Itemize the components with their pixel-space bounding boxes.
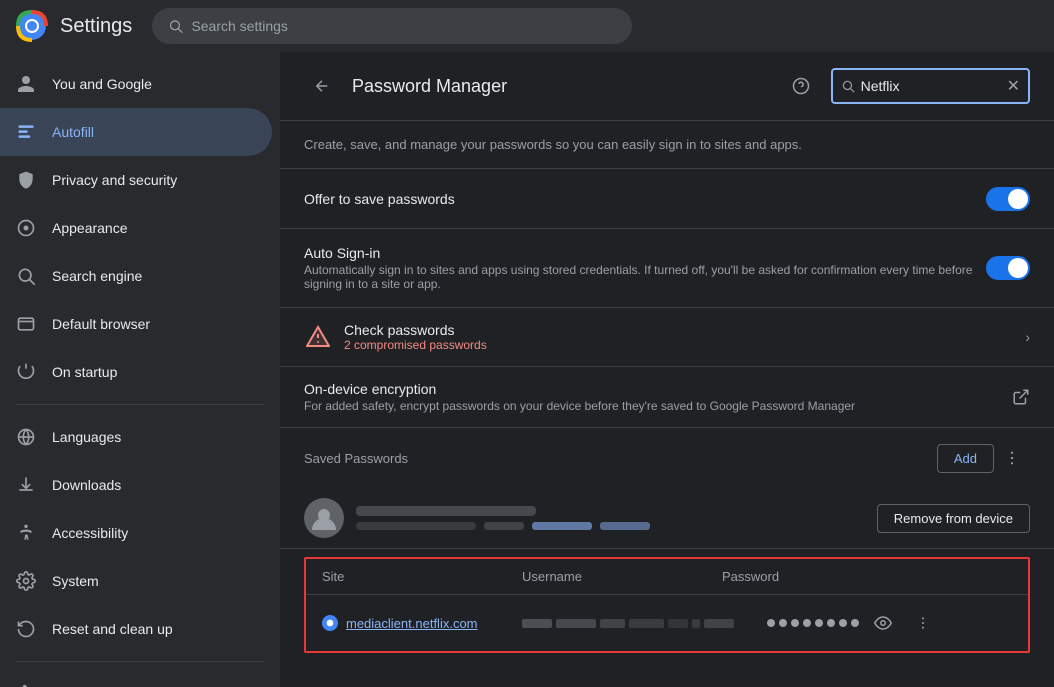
site-cell: mediaclient.netflix.com <box>322 615 522 631</box>
remove-from-device-button[interactable]: Remove from device <box>877 504 1030 533</box>
back-button[interactable] <box>304 68 340 104</box>
search-icon <box>168 18 183 34</box>
site-favicon-icon <box>322 615 338 631</box>
chevron-right-icon: › <box>1025 329 1030 345</box>
offer-save-row: Offer to save passwords <box>280 169 1054 229</box>
add-password-button[interactable]: Add <box>937 444 994 473</box>
saved-passwords-label: Saved Passwords <box>304 451 937 466</box>
settings-search-input[interactable] <box>191 18 616 34</box>
row-more-button[interactable] <box>907 607 939 639</box>
sidebar-item-downloads[interactable]: Downloads <box>0 461 272 509</box>
table-header-row: Site Username Password <box>306 559 1028 595</box>
sidebar-item-you-google[interactable]: You and Google <box>0 60 272 108</box>
page-title: Settings <box>60 15 132 38</box>
autofill-icon <box>16 122 36 142</box>
check-passwords-subtitle: 2 compromised passwords <box>344 338 1025 352</box>
sidebar: You and Google Autofill Privacy and secu… <box>0 52 280 687</box>
download-icon <box>16 475 36 495</box>
content-area: Password Manager ✕ <box>280 52 1054 687</box>
on-device-encryption-row: On-device encryption For added safety, e… <box>280 367 1054 428</box>
table-header-site: Site <box>322 569 522 584</box>
offer-save-label: Offer to save passwords <box>304 191 986 207</box>
sidebar-item-privacy-label: Privacy and security <box>52 172 256 188</box>
saved-passwords-more-button[interactable] <box>994 440 1030 476</box>
sidebar-item-appearance-label: Appearance <box>52 220 256 236</box>
system-icon <box>16 571 36 591</box>
sidebar-item-reset-label: Reset and clean up <box>52 621 256 637</box>
sidebar-item-you-google-label: You and Google <box>52 76 256 92</box>
sidebar-item-reset-clean-up[interactable]: Reset and clean up <box>0 605 272 653</box>
sidebar-item-privacy-security[interactable]: Privacy and security <box>0 156 272 204</box>
table-header-username: Username <box>522 569 722 584</box>
sidebar-item-downloads-label: Downloads <box>52 477 256 493</box>
table-row: mediaclient.netflix.com <box>306 595 1028 651</box>
auto-signin-row: Auto Sign-in Automatically sign in to si… <box>280 229 1054 308</box>
search-engine-icon <box>16 266 36 286</box>
password-search-box[interactable]: ✕ <box>831 68 1030 104</box>
sidebar-item-autofill-label: Autofill <box>52 124 256 140</box>
password-manager-title: Password Manager <box>352 76 771 97</box>
sidebar-item-default-browser[interactable]: Default browser <box>0 300 272 348</box>
sidebar-item-search-engine[interactable]: Search engine <box>0 252 272 300</box>
search-pm-icon <box>841 79 855 93</box>
person-icon <box>16 74 36 94</box>
user-avatar <box>304 498 344 538</box>
encryption-title: On-device encryption <box>304 381 1012 397</box>
sidebar-item-search-engine-label: Search engine <box>52 268 256 284</box>
help-button[interactable] <box>783 68 819 104</box>
pm-description: Create, save, and manage your passwords … <box>280 121 1054 169</box>
password-search-input[interactable] <box>861 78 1001 94</box>
sidebar-item-system-label: System <box>52 573 256 589</box>
sidebar-divider-2 <box>16 661 264 662</box>
saved-password-item: Remove from device <box>280 488 1054 549</box>
encryption-external-link-icon[interactable] <box>1012 388 1030 406</box>
power-icon <box>16 362 36 382</box>
check-passwords-title: Check passwords <box>344 322 1025 338</box>
saved-item-name-blurred <box>356 506 536 516</box>
sidebar-item-languages-label: Languages <box>52 429 256 445</box>
netflix-results-table: Site Username Password mediaclient.netfl… <box>304 557 1030 653</box>
shield-icon <box>16 170 36 190</box>
offer-save-toggle[interactable] <box>986 187 1030 211</box>
chrome-logo-icon <box>16 10 48 42</box>
saved-item-content <box>356 506 865 530</box>
sidebar-item-system[interactable]: System <box>0 557 272 605</box>
auto-signin-label: Auto Sign-in <box>304 245 986 261</box>
site-link[interactable]: mediaclient.netflix.com <box>346 616 478 631</box>
appearance-icon <box>16 218 36 238</box>
browser-icon <box>16 314 36 334</box>
main-layout: You and Google Autofill Privacy and secu… <box>0 52 1054 687</box>
saved-passwords-header: Saved Passwords Add <box>280 428 1054 488</box>
password-cell <box>767 607 1012 639</box>
search-clear-button[interactable]: ✕ <box>1007 76 1020 96</box>
sidebar-item-extensions[interactable]: Extensions ↗ <box>0 670 272 687</box>
sidebar-item-default-browser-label: Default browser <box>52 316 256 332</box>
settings-search-bar[interactable] <box>152 8 632 44</box>
saved-item-detail-blurred <box>356 522 476 530</box>
sidebar-divider-1 <box>16 404 264 405</box>
check-passwords-row[interactable]: Check passwords 2 compromised passwords … <box>280 308 1054 367</box>
table-header-password: Password <box>722 569 922 584</box>
globe-icon <box>16 427 36 447</box>
encryption-description: For added safety, encrypt passwords on y… <box>304 399 1012 413</box>
auto-signin-description: Automatically sign in to sites and apps … <box>304 263 986 291</box>
password-manager-header: Password Manager ✕ <box>280 52 1054 121</box>
show-password-button[interactable] <box>867 607 899 639</box>
warning-icon <box>304 323 332 351</box>
sidebar-item-accessibility[interactable]: Accessibility <box>0 509 272 557</box>
sidebar-item-on-startup-label: On startup <box>52 364 256 380</box>
sidebar-item-on-startup[interactable]: On startup <box>0 348 272 396</box>
sidebar-item-autofill[interactable]: Autofill <box>0 108 272 156</box>
username-cell <box>522 619 767 628</box>
accessibility-icon <box>16 523 36 543</box>
sidebar-item-accessibility-label: Accessibility <box>52 525 256 541</box>
topbar: Settings <box>0 0 1054 52</box>
reset-icon <box>16 619 36 639</box>
sidebar-item-appearance[interactable]: Appearance <box>0 204 272 252</box>
auto-signin-toggle[interactable] <box>986 256 1030 280</box>
sidebar-item-languages[interactable]: Languages <box>0 413 272 461</box>
